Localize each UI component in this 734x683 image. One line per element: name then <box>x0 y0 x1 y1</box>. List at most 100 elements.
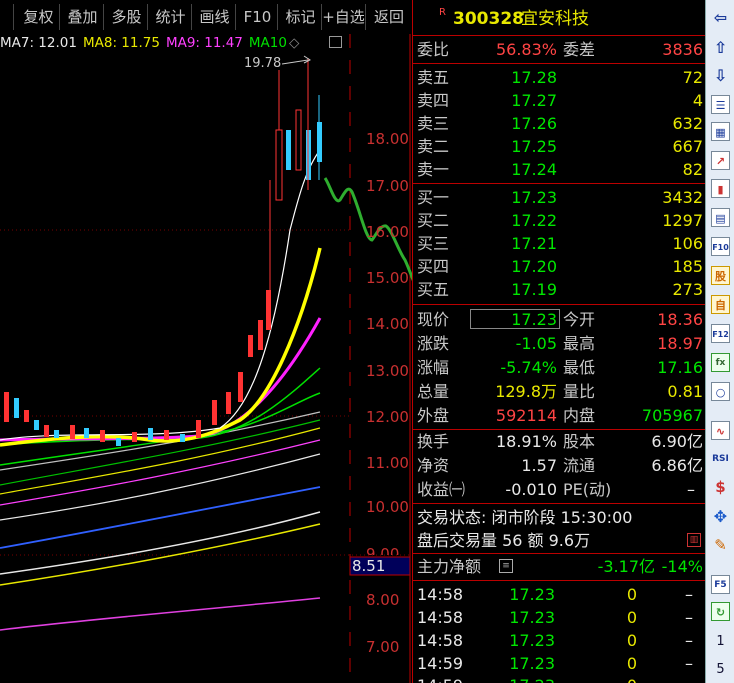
move-icon[interactable]: ✥ <box>711 507 730 526</box>
kline-chart[interactable] <box>0 34 412 683</box>
open-price: 18.36 <box>657 310 703 329</box>
trade-status: 交易状态: 闭市阶段 15:30:00 <box>417 508 633 527</box>
refresh-icon[interactable]: ↻ <box>711 602 730 621</box>
draw-line-button[interactable]: 画线 <box>194 4 236 30</box>
bid-row[interactable]: 买四 17.20 185 <box>413 255 705 278</box>
fuquan-button[interactable]: 复权 <box>18 4 60 30</box>
bid-row[interactable]: 买二 17.22 1297 <box>413 209 705 232</box>
rsi-icon[interactable]: RSI <box>711 450 730 469</box>
pencil-icon[interactable]: ✎ <box>711 536 730 555</box>
ma-legend: MA7: 12.01 MA8: 11.75 MA9: 11.47 MA10 ◇ <box>0 35 410 53</box>
tick-price: 17.23 <box>509 585 555 604</box>
tick-dir: – <box>685 585 693 604</box>
bid-volume: 185 <box>672 257 703 276</box>
price-tick: 10.00 <box>366 498 409 516</box>
stat-label: 最低 <box>563 358 596 377</box>
price-tick: 16.00 <box>366 223 409 241</box>
f5-icon[interactable]: F5 <box>711 575 730 594</box>
table-icon[interactable]: ▤ <box>711 208 730 227</box>
tick-row: 14:59 17.23 0 – <box>413 674 705 683</box>
price-tick: 15.00 <box>366 269 409 287</box>
dollar-icon[interactable]: $ <box>711 478 730 497</box>
f12-icon[interactable]: F12 <box>711 324 730 343</box>
price-tick: 14.00 <box>366 315 409 333</box>
bid-volume: 1297 <box>662 211 703 230</box>
status-row: 交易状态: 闭市阶段 15:30:00 <box>413 506 705 529</box>
price-tick: 7.00 <box>366 638 400 656</box>
bid-label: 买一 <box>417 188 450 207</box>
ask-label: 卖二 <box>417 137 450 156</box>
self-select-icon[interactable]: 自 <box>711 295 730 314</box>
f10-icon[interactable]: F10 <box>711 237 730 256</box>
wave-icon[interactable]: ∿ <box>711 421 730 440</box>
bid-price: 17.22 <box>511 211 557 230</box>
left-arrow-icon[interactable]: ⇦ <box>711 8 730 27</box>
period-1-button[interactable]: 1 <box>711 632 730 651</box>
weicha-label: 委差 <box>563 40 596 59</box>
tick-dir: – <box>685 654 693 673</box>
tick-price: 17.23 <box>509 631 555 650</box>
bid-label: 买三 <box>417 234 450 253</box>
menu-icon[interactable]: ≡ <box>499 559 513 573</box>
tick-row: 14:58 17.23 0 – <box>413 583 705 606</box>
stats-button[interactable]: 统计 <box>150 4 192 30</box>
ask-price: 17.24 <box>511 160 557 179</box>
ma9-label: MA9: 11.47 <box>165 35 243 51</box>
ask-row[interactable]: 卖三 17.26 632 <box>413 112 705 135</box>
tick-dir: – <box>685 631 693 650</box>
list-icon[interactable]: ☰ <box>711 95 730 114</box>
zhuli-pct: -14% <box>661 557 703 576</box>
down-arrow-icon[interactable]: ⇩ <box>711 66 730 85</box>
zhuli-row[interactable]: 主力净额 ≡ -3.17亿 -14% <box>413 555 705 578</box>
bid-row[interactable]: 买三 17.21 106 <box>413 232 705 255</box>
add-watchlist-button[interactable]: +自选 <box>322 4 366 30</box>
candle-icon[interactable]: ▮ <box>711 179 730 198</box>
ask-volume: 82 <box>682 160 703 179</box>
after-hours-info: 盘后交易量 56 额 9.6万 <box>417 531 591 550</box>
circle-icon[interactable]: ○ <box>711 382 730 401</box>
back-button[interactable]: 返回 <box>368 4 410 30</box>
outer-volume: 592114 <box>495 406 557 425</box>
tick-price: 17.23 <box>509 674 555 683</box>
diamond-icon[interactable]: ◇ <box>289 35 299 51</box>
net-assets: 1.57 <box>521 456 557 475</box>
chart-toolbar: 复权 叠加 多股 统计 画线 F10 标记 +自选 返回 <box>0 0 410 34</box>
stat-row: 现价 17.23 今开 18.36 <box>413 308 705 331</box>
multi-stock-button[interactable]: 多股 <box>106 4 148 30</box>
line-chart-icon[interactable]: ↗ <box>711 151 730 170</box>
ask-row[interactable]: 卖四 17.27 4 <box>413 89 705 112</box>
ask-label: 卖一 <box>417 160 450 179</box>
change-pct: -5.74% <box>500 358 557 377</box>
stock-icon[interactable]: 股 <box>711 266 730 285</box>
after-hours-row: 盘后交易量 56 额 9.6万 ▥ <box>413 529 705 552</box>
change-value: -1.05 <box>515 334 557 353</box>
fin-label: 股本 <box>563 432 596 451</box>
bid-row[interactable]: 买五 17.19 273 <box>413 278 705 301</box>
ask-label: 卖四 <box>417 91 450 110</box>
ask-row[interactable]: 卖一 17.24 82 <box>413 158 705 181</box>
period-5-button[interactable]: 5 <box>711 660 730 679</box>
stat-label: 量比 <box>563 382 596 401</box>
high-price-label: 19.78 <box>244 56 282 71</box>
stat-label: 现价 <box>417 310 450 329</box>
stat-label: 涨跌 <box>417 334 450 353</box>
fx-icon[interactable]: fx <box>711 353 730 372</box>
r-badge: R <box>439 7 446 18</box>
grid-icon[interactable]: ▦ <box>711 122 730 141</box>
mark-button[interactable]: 标记 <box>280 4 322 30</box>
f10-button[interactable]: F10 <box>238 4 278 30</box>
fin-label: 换手 <box>417 432 450 451</box>
panel-toggle-icon[interactable] <box>329 36 342 48</box>
up-arrow-icon[interactable]: ⇧ <box>711 38 730 57</box>
bid-label: 买四 <box>417 257 450 276</box>
ma10-label: MA10 <box>248 35 287 51</box>
bar-chart-icon[interactable]: ▥ <box>687 533 701 547</box>
tick-volume: 0 <box>626 585 637 604</box>
cursor-price-value: 8.51 <box>352 557 386 575</box>
overlay-button[interactable]: 叠加 <box>62 4 104 30</box>
ask-row[interactable]: 卖二 17.25 667 <box>413 135 705 158</box>
ask-row[interactable]: 卖五 17.28 72 <box>413 66 705 89</box>
ma7-label: MA7: 12.01 <box>0 35 77 51</box>
fin-label: 净资 <box>417 456 450 475</box>
bid-row[interactable]: 买一 17.23 3432 <box>413 186 705 209</box>
